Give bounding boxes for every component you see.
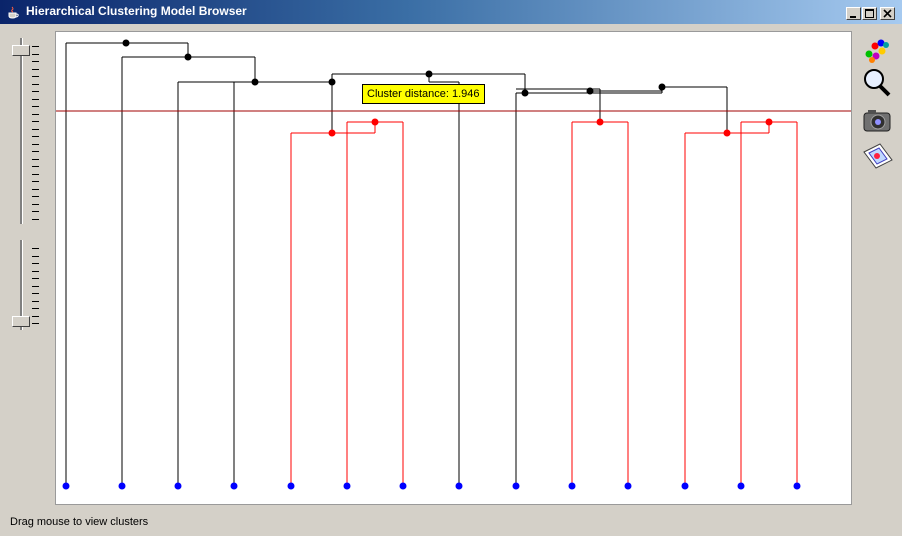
leaf-node[interactable] (62, 482, 70, 490)
leaf-node[interactable] (793, 482, 801, 490)
leaf-node[interactable] (568, 482, 576, 490)
slider-tick (32, 46, 39, 47)
maximize-button[interactable] (862, 7, 877, 20)
slider-tick (32, 293, 39, 294)
slider-tick (32, 323, 39, 324)
slider-tick (32, 61, 39, 62)
window-title: Hierarchical Clustering Model Browser (26, 4, 247, 18)
title-bar[interactable]: Hierarchical Clustering Model Browser (0, 0, 902, 24)
slider-tick (32, 188, 39, 190)
leaf-node[interactable] (287, 482, 295, 490)
leaf-node[interactable] (455, 482, 463, 490)
distance-slider[interactable] (10, 38, 44, 228)
tree-node[interactable] (425, 70, 433, 78)
leaf-node[interactable] (118, 482, 126, 490)
status-text: Drag mouse to view clusters (10, 516, 149, 528)
leaf-node[interactable] (737, 482, 745, 490)
tree-node[interactable] (184, 53, 192, 61)
leaf-node[interactable] (343, 482, 351, 490)
slider-tick (32, 278, 39, 279)
snapshot-tool-button[interactable] (860, 106, 896, 138)
slider-tick (32, 166, 39, 167)
slider-tick (32, 308, 39, 309)
leaf-node[interactable] (512, 482, 520, 490)
slider-tick (32, 248, 39, 249)
tree-node[interactable] (251, 78, 259, 86)
cluster-node[interactable] (723, 129, 731, 137)
slider-tick (32, 181, 39, 182)
clusters-tool-button[interactable] (860, 34, 896, 66)
slider-tick (32, 203, 39, 205)
slider-tick (32, 98, 39, 100)
cluster-node[interactable] (371, 118, 379, 126)
export-image-icon (863, 143, 893, 169)
leaf-node[interactable] (624, 482, 632, 490)
slider-tick (32, 285, 39, 287)
maximize-icon (865, 9, 874, 18)
tree-node[interactable] (521, 89, 529, 97)
distance-slider-thumb[interactable] (12, 45, 30, 56)
slider-tick (32, 196, 39, 197)
zoom-slider[interactable] (10, 240, 44, 332)
tree-node[interactable] (122, 39, 130, 47)
slider-tick (32, 315, 39, 317)
leaf-node[interactable] (174, 482, 182, 490)
java-cup-icon (8, 6, 19, 19)
slider-tick (32, 173, 39, 175)
slider-tick (32, 158, 39, 160)
zoom-magnifier-icon (864, 69, 891, 97)
slider-tick (32, 53, 39, 55)
export-tool-button[interactable] (860, 140, 896, 172)
cluster-node[interactable] (596, 118, 604, 126)
slider-tick (32, 270, 39, 272)
leaf-node[interactable] (230, 482, 238, 490)
slider-tick (32, 113, 39, 115)
slider-tick (32, 263, 39, 264)
slider-tick (32, 106, 39, 107)
leaf-node[interactable] (399, 482, 407, 490)
slider-tick (32, 121, 39, 122)
tree-node[interactable] (328, 78, 336, 86)
tree-node[interactable] (586, 87, 594, 95)
slider-tick (32, 255, 39, 257)
slider-tick (32, 218, 39, 220)
zoom-slider-thumb[interactable] (12, 316, 30, 327)
slider-tick (32, 143, 39, 145)
slider-tick (32, 76, 39, 77)
tree-node[interactable] (658, 83, 666, 91)
camera-snapshot-icon (863, 110, 891, 132)
slider-tick (32, 211, 39, 212)
minimize-button[interactable] (846, 7, 861, 20)
leaf-node[interactable] (681, 482, 689, 490)
slider-tick (32, 136, 39, 137)
cluster-distance-tooltip: Cluster distance: 1.946 (362, 84, 485, 104)
cluster-node[interactable] (328, 129, 336, 137)
close-button[interactable] (880, 7, 895, 20)
slider-tick (32, 91, 39, 92)
slider-tick (32, 128, 39, 130)
cluster-node[interactable] (765, 118, 773, 126)
close-icon (883, 9, 892, 18)
slider-tick (32, 300, 39, 302)
slider-tick (32, 68, 39, 70)
slider-tick (32, 151, 39, 152)
minimize-icon (850, 16, 856, 18)
distance-slider-track[interactable] (20, 38, 23, 224)
slider-tick (32, 83, 39, 85)
zoom-tool-button[interactable] (860, 66, 896, 98)
clusters-tool-icon (865, 39, 889, 63)
